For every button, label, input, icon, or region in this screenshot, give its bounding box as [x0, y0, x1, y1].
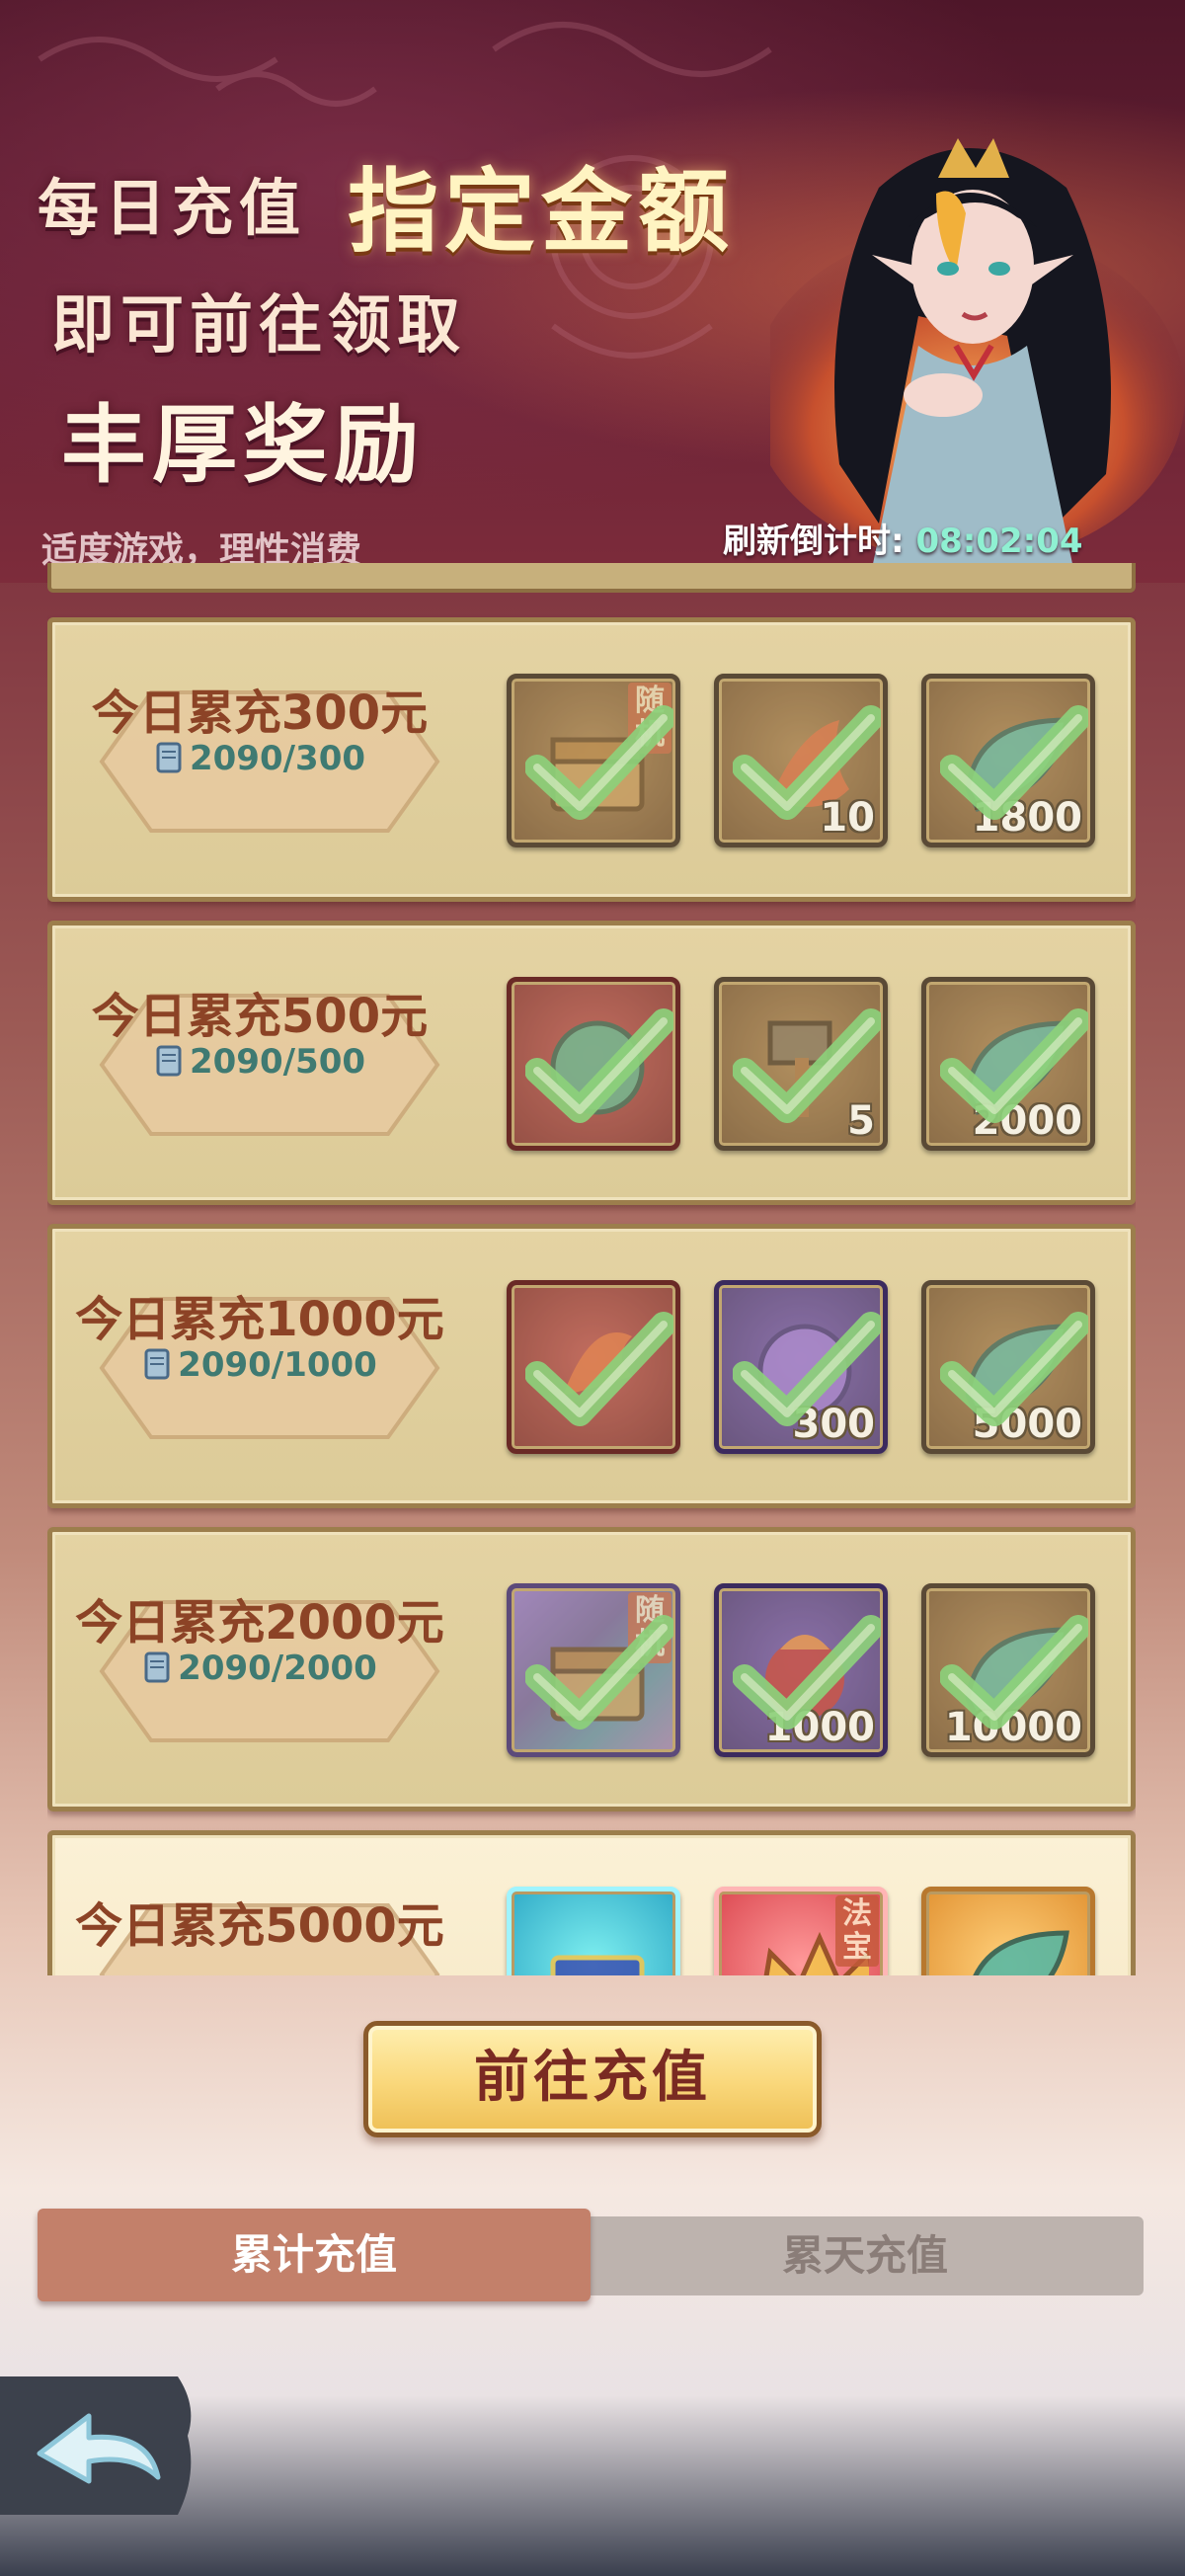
go-recharge-button[interactable]: 前往充值 [363, 2021, 822, 2137]
reward-tag: 随机 [628, 1592, 672, 1663]
reward-quantity: 10000 [944, 1705, 1082, 1750]
purple-orb-icon [757, 1324, 852, 1418]
claimed-check-icon [525, 1312, 673, 1426]
tab-daily-recharge[interactable]: 累天充值 [587, 2216, 1144, 2295]
orb-icon [550, 1020, 645, 1115]
reward-slot[interactable] [507, 1887, 680, 1975]
back-arrow-icon[interactable] [0, 2376, 198, 2515]
headline-go-claim: 即可前往领取 [51, 289, 466, 362]
tier-title: 今日累充300元 [91, 685, 429, 741]
tier-title: 今日累充1000元 [75, 1292, 444, 1347]
reward-tag: 随机 [628, 683, 672, 754]
fire-orb-icon [765, 1635, 844, 1719]
reward-slot[interactable] [507, 1280, 680, 1454]
heroine-portrait-illustration [770, 138, 1185, 583]
reward-slot[interactable]: 300 [714, 1280, 888, 1454]
claimed-check-icon [940, 1312, 1088, 1426]
chest-icon [550, 1647, 645, 1722]
reward-tier-card: 今日累充1000元 2090/1000 300 5000 [47, 1224, 1136, 1508]
headline-daily-recharge: 每日充值 [38, 172, 307, 244]
jade-leaf-icon [965, 1324, 1069, 1418]
jade-leaf-icon [965, 1627, 1069, 1722]
reward-slot[interactable]: 1800 [921, 674, 1095, 847]
tier-progress: 2090/2000 [52, 1649, 467, 1688]
claimed-check-icon [733, 705, 881, 820]
reward-slot[interactable] [921, 1887, 1095, 1975]
reward-quantity: 5 [847, 1098, 875, 1144]
ticket-icon [156, 1045, 182, 1077]
reward-tier-list[interactable]: 今日累充300元 2090/300 随机 10 1800 今日累充500元 2090/500… [47, 563, 1136, 1975]
tier-title: 今日累充5000元 [75, 1898, 444, 1954]
reward-quantity: 10 [820, 795, 875, 841]
reward-quantity: 5000 [972, 1402, 1082, 1447]
tier-progress: 2090/1000 [52, 1345, 467, 1385]
jade-leaf-icon [973, 1930, 1069, 1975]
reward-tier-card: 今日累充2000元 2090/2000 随机 1000 10000 [47, 1527, 1136, 1811]
tier-progress: 2090/500 [52, 1042, 467, 1082]
claimed-check-icon [940, 1615, 1088, 1730]
claimed-check-icon [733, 1312, 881, 1426]
headline-specified-amount: 指定金额 [348, 159, 736, 265]
tier-progress-value: 2090/500 [189, 1042, 366, 1082]
recharge-mode-tabs: 累天充值 累计充值 [38, 2209, 1144, 2301]
reward-slot[interactable]: 5000 [921, 1280, 1095, 1454]
claimed-check-icon [733, 1008, 881, 1123]
ticket-icon [144, 1348, 170, 1380]
previous-tier-edge [47, 563, 1136, 593]
tab-cumulative-recharge[interactable]: 累计充值 [38, 2209, 591, 2301]
reward-quantity: 1000 [764, 1705, 875, 1750]
reward-tier-card: 今日累充5000元 法宝 [47, 1830, 1136, 1975]
headline-rich-rewards: 丰厚奖励 [61, 396, 425, 495]
claimed-check-icon [525, 1008, 673, 1123]
reward-tier-card: 今日累充300元 2090/300 随机 10 1800 [47, 617, 1136, 902]
reward-quantity: 1800 [972, 795, 1082, 841]
tier-progress-value: 2090/2000 [178, 1649, 377, 1688]
claimed-check-icon [733, 1615, 881, 1730]
reward-quantity: 2000 [972, 1098, 1082, 1144]
reward-slot[interactable]: 法宝 [714, 1887, 888, 1975]
claimed-check-icon [525, 1615, 673, 1730]
reward-slot[interactable]: 随机 [507, 1583, 680, 1757]
tier-progress: 2090/300 [52, 739, 467, 778]
jade-leaf-icon [965, 717, 1069, 812]
reward-slot[interactable]: 1000 [714, 1583, 888, 1757]
flame-shard-icon [770, 720, 849, 807]
reward-slot[interactable]: 10 [714, 674, 888, 847]
claimed-check-icon [940, 1008, 1088, 1123]
refresh-countdown: 刷新倒计时: 08:02:04 [723, 514, 1083, 562]
countdown-time: 08:02:04 [915, 522, 1083, 561]
reward-slot[interactable]: 5 [714, 977, 888, 1151]
hammer-icon [767, 1020, 832, 1117]
ticket-icon [144, 1651, 170, 1683]
tier-progress-value: 2090/1000 [178, 1345, 377, 1385]
phoenix-icon [563, 1332, 632, 1396]
claimed-check-icon [940, 705, 1088, 820]
tier-progress-value: 2090/300 [189, 739, 366, 778]
gem-chest-icon [550, 1955, 645, 1975]
tier-title: 今日累充2000元 [75, 1595, 444, 1650]
chest-icon [550, 737, 645, 812]
ticket-icon [156, 742, 182, 773]
tier-title: 今日累充500元 [91, 989, 429, 1044]
jade-leaf-icon [965, 1020, 1069, 1115]
reward-tag: 法宝 [835, 1895, 879, 1967]
reward-slot[interactable]: 2000 [921, 977, 1095, 1151]
reward-slot[interactable]: 10000 [921, 1583, 1095, 1757]
reward-tier-card: 今日累充500元 2090/500 5 2000 [47, 921, 1136, 1205]
header-banner: 每日充值 指定金额 即可前往领取 丰厚奖励 适度游戏，理性消费 刷新倒计时: 0… [0, 0, 1185, 583]
reward-slot[interactable]: 随机 [507, 674, 680, 847]
countdown-label: 刷新倒计时: [723, 522, 905, 561]
reward-slot[interactable] [507, 977, 680, 1151]
claimed-check-icon [525, 705, 673, 820]
reward-quantity: 300 [792, 1402, 876, 1447]
